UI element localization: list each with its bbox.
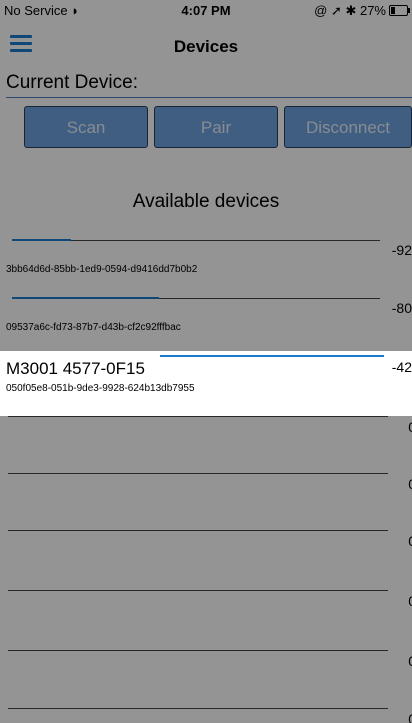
current-device-divider [6,97,412,98]
scan-button[interactable]: Scan [24,106,148,148]
signal-strength-bar [12,297,159,299]
battery-icon [389,5,410,16]
pair-button[interactable]: Pair [154,106,278,148]
row-divider [8,650,388,651]
status-bar: No Service ◗ 4:07 PM @ ➚ ✱ 27% [0,0,412,20]
status-indicators: @ ➚ ✱ 27% [314,3,386,18]
rssi-value: -42 [391,359,412,375]
rssi-value: -80 [391,300,412,316]
current-device-label: Current Device: [6,72,138,93]
empty-row-value: 0 [408,476,412,492]
device-name: M3001 4577-0F15 [6,359,145,378]
empty-row-value: 0 [408,593,412,609]
disconnect-button[interactable]: Disconnect [284,106,412,148]
empty-row-value: 0 [408,711,412,723]
dim-overlay-bottom [0,416,412,723]
battery-level [391,7,395,14]
device-uuid: 050f05e8-051b-9de3-9928-624b13db7955 [6,383,195,394]
row-divider [8,416,388,417]
signal-strength-bar [160,355,384,357]
device-uuid: 3bb64d6d-85bb-1ed9-0594-d9416dd7b0b2 [6,264,198,275]
empty-row-value: 0 [408,533,412,549]
row-divider [8,530,388,531]
row-divider [8,473,388,474]
nav-bar: Devices [0,20,412,70]
rssi-value: -92 [391,242,412,258]
empty-row-value: 0 [408,653,412,669]
devices-screen: No Service ◗ 4:07 PM @ ➚ ✱ 27% Devices C… [0,0,412,723]
row-divider [8,708,388,709]
device-uuid: 09537a6c-fd73-87b7-d43b-cf2c92fffbac [6,322,181,333]
highlighted-device-row[interactable]: M3001 4577-0F15 -42 050f05e8-051b-9de3-9… [0,351,412,416]
empty-row-value: 0 [408,419,412,435]
row-divider [8,590,388,591]
available-devices-title: Available devices [132,191,280,212]
page-title: Devices [173,37,239,56]
signal-strength-bar [12,239,71,241]
battery-nub [408,8,410,13]
